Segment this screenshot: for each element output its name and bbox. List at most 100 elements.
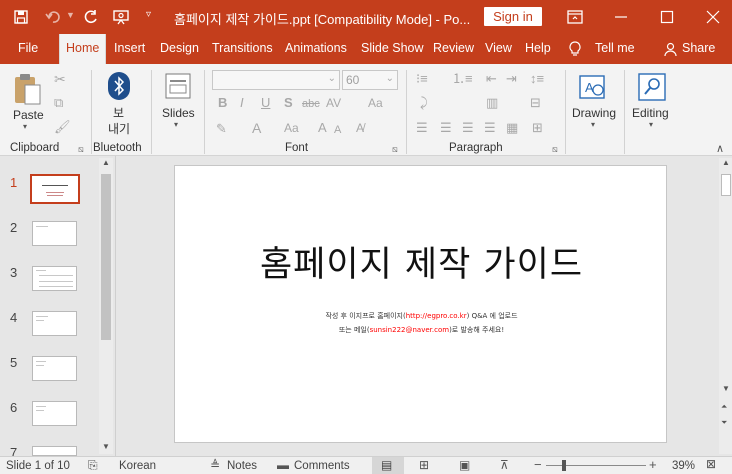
- tab-file[interactable]: File: [18, 41, 38, 55]
- tab-insert[interactable]: Insert: [114, 41, 145, 55]
- slide-thumbnail-6[interactable]: [32, 401, 77, 426]
- zoom-slider[interactable]: [546, 465, 646, 466]
- zoom-level[interactable]: 39%: [672, 460, 695, 472]
- strikethrough-icon[interactable]: abc: [302, 97, 320, 111]
- language-indicator[interactable]: Korean: [119, 460, 156, 472]
- font-color-icon[interactable]: A: [252, 121, 261, 135]
- slide-thumbnail-3[interactable]: [32, 266, 77, 291]
- email-link[interactable]: sunsin222@naver.com: [370, 326, 450, 334]
- character-spacing-icon[interactable]: AV: [326, 96, 341, 110]
- minimize-icon[interactable]: [612, 8, 630, 26]
- lightbulb-icon[interactable]: [568, 41, 582, 57]
- share-icon[interactable]: [663, 42, 678, 57]
- slide-thumbnail-2[interactable]: [32, 221, 77, 246]
- columns-icon[interactable]: ▥: [486, 96, 498, 110]
- font-size-dropdown-icon[interactable]: ⌄: [386, 73, 394, 84]
- zoom-in-icon[interactable]: +: [649, 457, 657, 472]
- slide-thumbnail-5[interactable]: [32, 356, 77, 381]
- increase-indent-icon[interactable]: ⇥: [506, 72, 517, 86]
- highlighter-icon[interactable]: ✎: [216, 122, 227, 136]
- font-name-dropdown-icon[interactable]: ⌄: [328, 73, 336, 84]
- maximize-icon[interactable]: [658, 8, 676, 26]
- sign-in-button[interactable]: Sign in: [484, 7, 542, 26]
- slide-canvas[interactable]: 홈페이지 제작 가이드 작성 후 이지프로 홈페이지(http://egpro.…: [174, 165, 667, 443]
- present-icon[interactable]: [112, 8, 130, 26]
- normal-view-button[interactable]: ▤: [372, 457, 404, 474]
- bullets-icon[interactable]: ⁝≡: [416, 72, 428, 86]
- thumbnail-scrollbar[interactable]: ▲ ▼: [99, 158, 113, 454]
- align-center-icon[interactable]: ☰: [440, 121, 452, 135]
- website-link[interactable]: http://egpro.co.kr: [406, 312, 467, 320]
- customize-toolbar-icon[interactable]: ▿: [146, 9, 151, 20]
- numbering-icon[interactable]: ⒈≡: [452, 72, 473, 86]
- font-launcher-icon[interactable]: ⧅: [392, 144, 398, 155]
- spelling-check-icon[interactable]: ⎘: [88, 458, 98, 473]
- slides-button[interactable]: Slides ▾: [158, 70, 198, 136]
- previous-slide-icon[interactable]: ⏶: [721, 402, 727, 412]
- share-button[interactable]: Share: [682, 41, 715, 55]
- collapse-ribbon-icon[interactable]: ∧: [716, 142, 724, 155]
- undo-dropdown-icon[interactable]: ▼: [66, 10, 75, 20]
- copy-icon[interactable]: ⧉: [54, 96, 63, 110]
- text-shadow-icon[interactable]: S: [284, 96, 293, 110]
- tab-transitions[interactable]: Transitions: [212, 41, 273, 55]
- underline-icon[interactable]: U: [261, 96, 270, 110]
- justify-icon[interactable]: ☰: [484, 121, 496, 135]
- slide-thumbnail-4[interactable]: [32, 311, 77, 336]
- scroll-thumb[interactable]: [101, 174, 111, 340]
- scroll-down-icon[interactable]: ▼: [722, 384, 730, 393]
- distributed-icon[interactable]: ▦: [506, 121, 518, 135]
- scroll-thumb[interactable]: [721, 174, 731, 196]
- font-name-combo[interactable]: ⌄: [212, 70, 340, 90]
- text-direction-icon[interactable]: ⤸: [420, 96, 428, 110]
- align-left-icon[interactable]: ☰: [416, 121, 428, 135]
- scroll-down-icon[interactable]: ▼: [102, 442, 110, 451]
- slide-body-line-1[interactable]: 작성 후 이지프로 홈페이지(http://egpro.co.kr) Q&A 에…: [175, 311, 668, 321]
- reading-view-icon[interactable]: ▣: [459, 458, 470, 472]
- paste-button[interactable]: Paste ▾: [8, 70, 48, 131]
- ribbon-display-options-icon[interactable]: [566, 8, 584, 26]
- format-painter-icon[interactable]: 🖌: [54, 120, 71, 134]
- close-icon[interactable]: [704, 8, 722, 26]
- slide-scrollbar[interactable]: ▲ ▼ ⏶ ⏷: [719, 158, 732, 454]
- slide-sorter-icon[interactable]: ⊞: [419, 458, 429, 472]
- smartart-icon[interactable]: ⊞: [532, 121, 543, 135]
- scroll-up-icon[interactable]: ▲: [102, 158, 110, 167]
- tab-design[interactable]: Design: [160, 41, 199, 55]
- decrease-indent-icon[interactable]: ⇤: [486, 72, 497, 86]
- line-spacing-icon[interactable]: ↕≡: [530, 72, 544, 86]
- slide-thumbnail-7[interactable]: [32, 446, 77, 456]
- zoom-out-icon[interactable]: −: [534, 457, 542, 472]
- notes-icon[interactable]: ≜: [210, 458, 220, 472]
- notes-button[interactable]: Notes: [227, 460, 257, 472]
- slide-show-view-icon[interactable]: ⊼: [500, 458, 509, 472]
- align-right-icon[interactable]: ☰: [462, 121, 474, 135]
- decrease-font-icon[interactable]: A: [334, 123, 341, 137]
- redo-icon[interactable]: [82, 8, 100, 26]
- align-text-icon[interactable]: ⊟: [530, 96, 541, 110]
- comments-icon[interactable]: ▬: [277, 458, 289, 472]
- tab-home[interactable]: Home: [59, 34, 107, 65]
- tab-help[interactable]: Help: [525, 41, 551, 55]
- tell-me-search[interactable]: Tell me: [595, 41, 635, 55]
- editing-button[interactable]: Editing ▾: [630, 70, 674, 136]
- bold-icon[interactable]: B: [218, 96, 227, 110]
- slide-body-line-2[interactable]: 또는 메일(sunsin222@naver.com)로 발송해 주세요!: [175, 325, 668, 335]
- undo-icon[interactable]: [44, 8, 62, 26]
- italic-icon[interactable]: I: [240, 96, 244, 110]
- tab-slide-show[interactable]: Slide Show: [361, 41, 424, 55]
- scroll-up-icon[interactable]: ▲: [722, 158, 730, 167]
- save-icon[interactable]: [12, 8, 30, 26]
- next-slide-icon[interactable]: ⏷: [721, 418, 727, 428]
- change-case-icon[interactable]: Aa: [368, 96, 383, 110]
- clear-formatting-icon[interactable]: A̸: [356, 121, 364, 135]
- font-size-combo[interactable]: 60 ⌄: [342, 70, 398, 90]
- tab-animations[interactable]: Animations: [285, 41, 347, 55]
- tab-review[interactable]: Review: [433, 41, 474, 55]
- slide-title[interactable]: 홈페이지 제작 가이드: [175, 236, 668, 287]
- paragraph-launcher-icon[interactable]: ⧅: [552, 144, 558, 155]
- change-case-2-icon[interactable]: Aa: [284, 121, 299, 135]
- comments-button[interactable]: Comments: [294, 460, 350, 472]
- cut-icon[interactable]: ✂: [54, 72, 66, 86]
- fit-to-window-icon[interactable]: ⊠: [706, 457, 716, 471]
